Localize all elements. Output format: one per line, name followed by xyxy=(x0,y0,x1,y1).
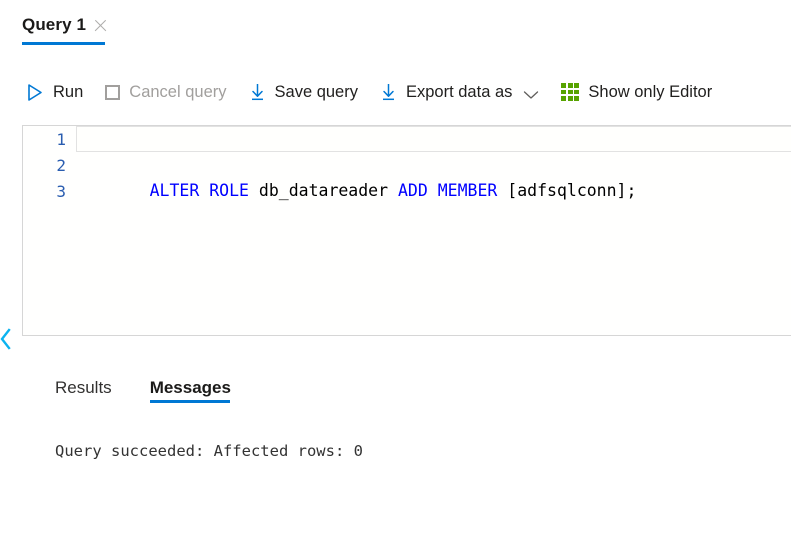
cancel-query-button[interactable]: Cancel query xyxy=(105,75,227,109)
save-query-button[interactable]: Save query xyxy=(249,75,358,109)
show-only-editor-button[interactable]: Show only Editor xyxy=(561,75,712,109)
chevron-down-icon[interactable] xyxy=(523,87,539,99)
editor-line[interactable]: 1 xyxy=(23,126,791,152)
play-icon xyxy=(26,83,44,102)
query-tab-strip: Query 1 xyxy=(0,0,791,50)
sql-editor[interactable]: 1 2 ALTER ROLE db_datareader ADD MEMBER … xyxy=(22,125,791,336)
line-number: 1 xyxy=(56,129,66,149)
chevron-left-icon[interactable] xyxy=(0,328,14,350)
messages-pane: Query succeeded: Affected rows: 0 xyxy=(0,428,791,533)
tab-results[interactable]: Results xyxy=(55,370,112,406)
grid-icon xyxy=(561,83,580,101)
export-data-as-button[interactable]: Export data as xyxy=(380,75,539,109)
query-tab-label: Query 1 xyxy=(22,15,87,34)
query-tab-active-underline xyxy=(22,42,105,45)
query-status-message: Query succeeded: Affected rows: 0 xyxy=(55,442,363,460)
line-content-1[interactable] xyxy=(76,126,791,152)
command-toolbar: Run Cancel query Save query Export data … xyxy=(0,70,791,114)
line-content-2[interactable]: ALTER ROLE db_datareader ADD MEMBER [adf… xyxy=(76,152,791,200)
line-content-3[interactable] xyxy=(76,178,791,204)
tab-messages-label: Messages xyxy=(149,378,231,397)
results-pivot: Results Messages xyxy=(0,368,791,408)
show-only-editor-button-label: Show only Editor xyxy=(588,82,713,101)
editor-line[interactable]: 3 xyxy=(23,178,791,204)
download-icon xyxy=(380,83,397,102)
tab-results-label: Results xyxy=(55,378,112,397)
run-button-label: Run xyxy=(53,82,84,101)
editor-line[interactable]: 2 ALTER ROLE db_datareader ADD MEMBER [a… xyxy=(23,152,791,201)
stop-icon xyxy=(105,84,121,100)
download-icon xyxy=(249,83,266,102)
line-number: 3 xyxy=(56,181,66,201)
cancel-query-button-label: Cancel query xyxy=(129,82,227,101)
save-query-button-label: Save query xyxy=(274,82,358,101)
export-data-as-button-label: Export data as xyxy=(405,82,513,101)
pivot-active-underline xyxy=(150,400,230,403)
close-icon[interactable] xyxy=(93,18,108,33)
run-button[interactable]: Run xyxy=(26,75,83,109)
query-tab-query-1[interactable]: Query 1 xyxy=(22,8,108,42)
line-number: 2 xyxy=(56,155,66,175)
